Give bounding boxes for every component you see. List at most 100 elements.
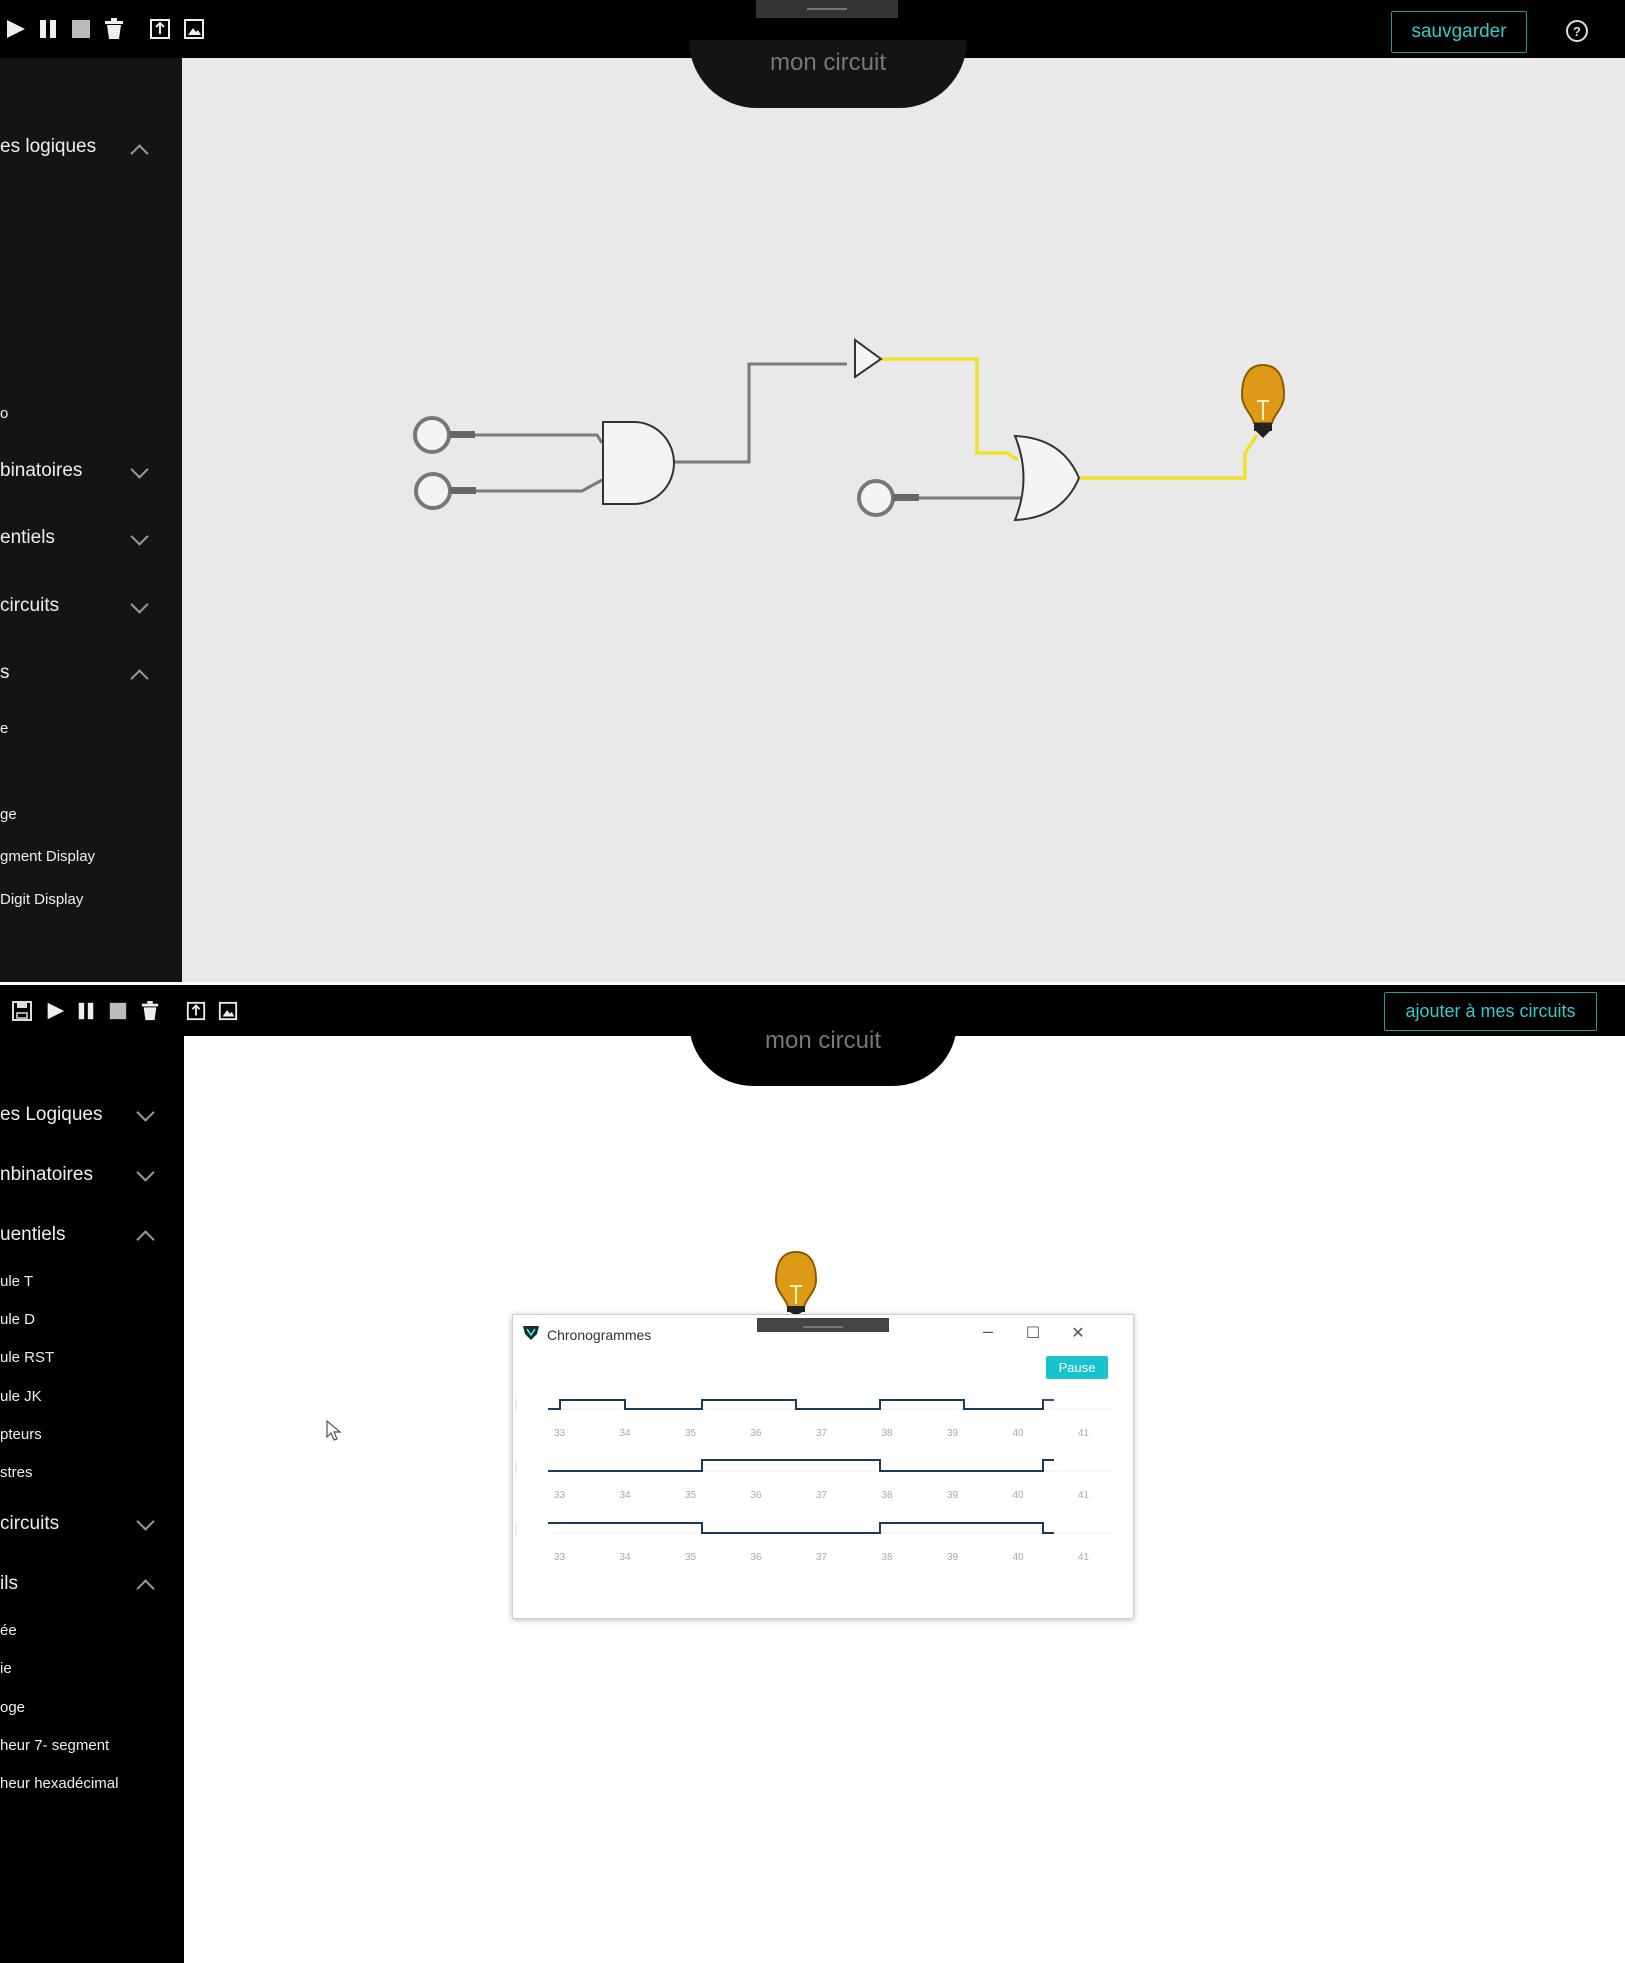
pause-icon[interactable]	[72, 997, 100, 1025]
screenshot-editor-bottom: ajouter à mes circuits mon circuit es Lo…	[0, 985, 1625, 1963]
save-button[interactable]: sauvgarder	[1391, 11, 1527, 53]
timing-tick-label: 36	[750, 1490, 762, 1501]
signal-3	[548, 1522, 1054, 1534]
timing-tick-label: 34	[619, 1490, 631, 1501]
chevron-down-icon[interactable]	[130, 595, 149, 614]
signal-1	[548, 1399, 1054, 1410]
or-gate[interactable]	[1013, 434, 1081, 522]
sidebar-item[interactable]: ule T	[0, 1273, 33, 1290]
stop-icon[interactable]	[67, 15, 95, 43]
export-icon[interactable]	[146, 15, 174, 43]
sidebar-item[interactable]: ée	[0, 1622, 17, 1639]
circuit-title[interactable]: mon circuit	[689, 40, 967, 108]
light-bulb-icon[interactable]	[1240, 363, 1286, 438]
image-icon[interactable]	[180, 15, 208, 43]
sidebar-category[interactable]: nbinatoires	[0, 1164, 93, 1186]
sidebar-item[interactable]: o	[0, 405, 8, 422]
timing-tick-label: 35	[685, 1490, 697, 1501]
timing-tick-label: 33	[554, 1490, 566, 1501]
timing-tick-label: 39	[947, 1490, 959, 1501]
timing-tick-label: 39	[947, 1552, 959, 1563]
add-to-my-circuits-button[interactable]: ajouter à mes circuits	[1384, 992, 1597, 1031]
timing-tick-label: 34	[619, 1552, 631, 1563]
trash-icon[interactable]	[100, 15, 128, 43]
sidebar-item[interactable]: e	[0, 720, 8, 737]
sidebar-item[interactable]: heur hexadécimal	[0, 1775, 118, 1792]
component-sidebar: es logiques o binatoires entiels circuit…	[0, 58, 182, 982]
timing-tick-label: 41	[1078, 1552, 1090, 1563]
timing-tick-label: 40	[1012, 1428, 1024, 1439]
chronogram-window: Chronogrammes – ☐ ✕ Pause 33 34 35 36 37…	[512, 1314, 1134, 1619]
play-icon[interactable]	[1, 15, 29, 43]
sidebar-item[interactable]: gment Display	[0, 848, 95, 865]
timing-tick-label: 37	[816, 1552, 828, 1563]
sidebar-category[interactable]: es Logiques	[0, 1104, 102, 1126]
chevron-up-icon[interactable]	[136, 1230, 155, 1249]
input-switch[interactable]	[414, 472, 476, 510]
sidebar-category[interactable]: circuits	[0, 595, 59, 617]
sidebar-item[interactable]: heur 7- segment	[0, 1737, 109, 1754]
circuit-canvas[interactable]: Chronogrammes – ☐ ✕ Pause 33 34 35 36 37…	[184, 1036, 1625, 1963]
and-gate[interactable]	[602, 421, 675, 505]
sidebar-item[interactable]: oge	[0, 1699, 25, 1716]
light-bulb-icon[interactable]	[774, 1250, 818, 1316]
sidebar-item[interactable]: Digit Display	[0, 891, 83, 908]
signal-2	[548, 1459, 1054, 1472]
sidebar-item[interactable]: stres	[0, 1464, 33, 1481]
sidebar-item[interactable]: ule D	[0, 1311, 35, 1328]
timing-tick-label: 41	[1078, 1490, 1090, 1501]
drag-handle[interactable]	[757, 1318, 889, 1332]
component-sidebar: es Logiques nbinatoires uentiels ule T u…	[0, 1036, 184, 1963]
sidebar-category[interactable]: uentiels	[0, 1224, 66, 1246]
timing-tick-label: 33	[554, 1552, 566, 1563]
image-icon[interactable]	[214, 997, 242, 1025]
buffer-gate[interactable]	[854, 338, 883, 379]
help-icon[interactable]: ?	[1566, 20, 1588, 42]
chevron-down-icon[interactable]	[136, 1163, 155, 1182]
sidebar-category[interactable]: entiels	[0, 527, 55, 549]
sidebar-item[interactable]: ule RST	[0, 1349, 54, 1366]
sidebar-item[interactable]: ule JK	[0, 1388, 42, 1405]
trash-icon[interactable]	[136, 997, 164, 1025]
timing-tick-label: 37	[816, 1490, 828, 1501]
chevron-down-icon[interactable]	[130, 460, 149, 479]
timing-tick-label: 34	[619, 1428, 631, 1439]
chevron-up-icon[interactable]	[130, 144, 149, 163]
timing-tick-label: 39	[947, 1428, 959, 1439]
cursor-icon	[326, 1420, 342, 1441]
timing-tick-label: 36	[750, 1428, 762, 1439]
timing-tick-label: 40	[1012, 1552, 1024, 1563]
sidebar-item[interactable]: ie	[0, 1660, 12, 1677]
chevron-down-icon[interactable]	[136, 1512, 155, 1531]
timing-tick-label: 38	[881, 1428, 893, 1439]
save-icon[interactable]	[8, 997, 36, 1025]
input-switch[interactable]	[857, 479, 919, 517]
input-switch[interactable]	[413, 416, 475, 454]
circuit-title[interactable]: mon circuit	[689, 1022, 957, 1086]
timing-tick-label: 38	[881, 1490, 893, 1501]
sidebar-category[interactable]: circuits	[0, 1513, 59, 1535]
timing-tick-label: 33	[554, 1428, 566, 1439]
play-icon[interactable]	[41, 997, 69, 1025]
sidebar-category[interactable]: s	[0, 662, 10, 684]
sidebar-item[interactable]: ge	[0, 806, 17, 823]
chevron-up-icon[interactable]	[130, 669, 149, 688]
chevron-down-icon[interactable]	[136, 1103, 155, 1122]
export-icon[interactable]	[182, 997, 210, 1025]
timing-tick-label: 41	[1078, 1428, 1090, 1439]
wire[interactable]	[472, 362, 1041, 500]
drag-handle[interactable]	[756, 0, 898, 18]
stop-icon[interactable]	[104, 997, 132, 1025]
sidebar-category[interactable]: ils	[0, 1573, 18, 1595]
timing-tick-label: 35	[685, 1428, 697, 1439]
timing-diagram	[515, 1399, 1113, 1535]
chevron-up-icon[interactable]	[136, 1579, 155, 1598]
sidebar-category[interactable]: binatoires	[0, 460, 82, 482]
sidebar-item[interactable]: pteurs	[0, 1426, 42, 1443]
timing-tick-label: 36	[750, 1552, 762, 1563]
pause-icon[interactable]	[34, 15, 62, 43]
chevron-down-icon[interactable]	[130, 527, 149, 546]
circuit-canvas[interactable]	[182, 58, 1625, 982]
sidebar-category[interactable]: es logiques	[0, 136, 96, 158]
timing-tick-label: 37	[816, 1428, 828, 1439]
